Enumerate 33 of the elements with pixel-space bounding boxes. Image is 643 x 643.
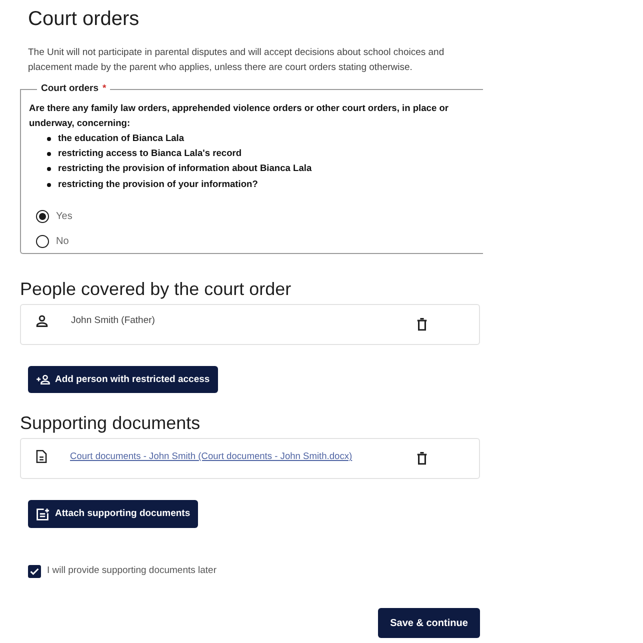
bullet-text: restricting the provision of your information? — [58, 178, 258, 191]
bullet-icon — [47, 182, 51, 187]
delete-icon[interactable] — [417, 452, 427, 466]
person-icon — [36, 315, 48, 328]
intro-text: The Unit will not participate in parental disputes and will accept decisions about school choices and placement made by the parent who applies, unless there are court orders stating otherwise. — [28, 46, 446, 75]
person-name: John Smith (Father) — [71, 314, 155, 328]
question-text: Are there any family law orders, apprehended violence orders or other court orders, in place or underway, concerning: — [29, 102, 450, 130]
document-link[interactable]: Court documents - John Smith (Court documents - John Smith.docx) — [70, 450, 352, 464]
bullet-icon — [47, 136, 51, 141]
radio-label: Yes — [56, 210, 72, 224]
bullet-icon — [47, 152, 51, 156]
required-asterisk: * — [102, 83, 106, 94]
delete-icon[interactable] — [417, 318, 427, 332]
checkbox-label: I will provide supporting documents later — [47, 564, 217, 578]
section-heading: Supporting documents — [20, 412, 200, 434]
page-title: Court orders — [28, 7, 140, 31]
bullet-text: restricting the provision of information about Bianca Lala — [58, 162, 312, 176]
add-person-icon — [36, 374, 51, 386]
bullet-text: the education of Bianca Lala — [58, 132, 184, 145]
add-person-button[interactable]: Add person with restricted access — [28, 366, 218, 394]
checkbox[interactable] — [28, 564, 41, 578]
save-continue-button[interactable]: Save & continue — [378, 608, 480, 638]
radio-label: No — [56, 235, 69, 250]
radio-button[interactable] — [36, 235, 49, 248]
checkmark-icon — [30, 568, 39, 575]
fieldset-legend: Court orders — [41, 83, 99, 94]
radio-button[interactable] — [36, 210, 49, 224]
document-icon — [36, 450, 47, 464]
section-heading: People covered by the court order — [20, 278, 292, 300]
add-document-icon — [36, 508, 49, 521]
attach-documents-button[interactable]: Attach supporting documents — [28, 500, 198, 528]
bullet-text: restricting access to Bianca Lala's record — [58, 146, 242, 160]
bullet-icon — [47, 167, 51, 172]
